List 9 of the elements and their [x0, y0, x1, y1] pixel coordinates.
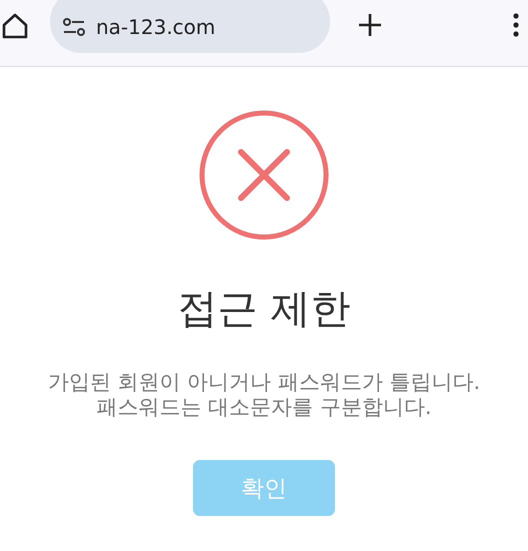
error-icon: [198, 109, 330, 241]
message-text: 가입된 회원이 아니거나 패스워드가 틀립니다.: [48, 370, 480, 395]
home-icon[interactable]: [1, 12, 29, 40]
new-tab-icon[interactable]: [357, 12, 383, 38]
message-text: 패스워드는 대소문자를 구분합니다.: [96, 395, 432, 420]
dialog-title: 접근 제한: [178, 285, 350, 334]
site-settings-icon[interactable]: [62, 18, 86, 36]
address-bar[interactable]: na-123.com: [50, 0, 330, 53]
menu-icon[interactable]: [513, 12, 519, 38]
